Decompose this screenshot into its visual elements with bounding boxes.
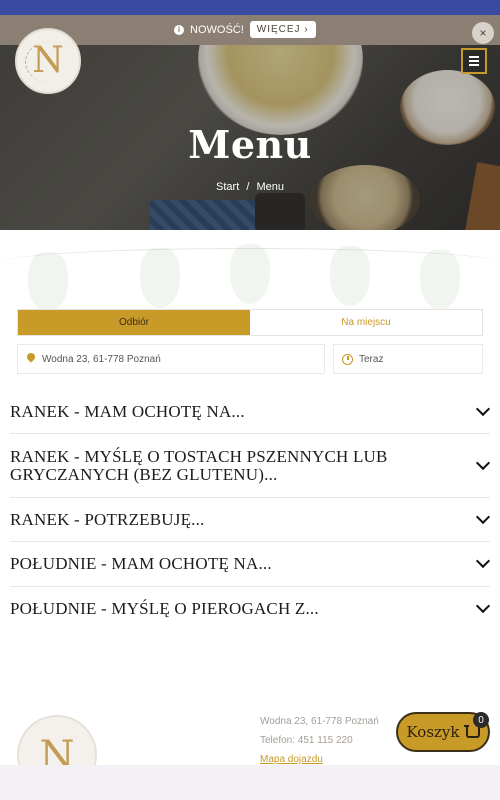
clock-icon [342,353,353,365]
accordion-section[interactable]: POŁUDNIE - MAM OCHOTĘ NA... [10,542,491,587]
tab-dine-in[interactable]: Na miejscu [250,310,482,335]
address-field[interactable]: Wodna 23, 61-778 Poznań [17,344,325,374]
page-title: Menu [188,122,312,167]
more-button[interactable]: WIĘCEJ › [249,21,316,38]
footer-contact: Wodna 23, 61-778 Poznań Telefon: 451 115… [260,712,379,765]
breadcrumb-start[interactable]: Start [216,181,239,193]
cart-label: Koszyk [406,723,460,741]
footer-logo-letter: N [39,733,75,765]
map-link[interactable]: Mapa dojazdu [260,750,379,765]
chevron-down-icon [475,401,491,417]
accordion-section[interactable]: POŁUDNIE - MYŚLĘ O PIEROGACH Z... [10,587,491,631]
chevron-down-icon [475,455,491,471]
accordion-section[interactable]: RANEK - POTRZEBUJĘ... [10,498,491,542]
logo[interactable]: N [15,28,81,94]
footer-phone[interactable]: Telefon: 451 115 220 [260,731,379,750]
menu-toggle-button[interactable] [461,48,487,74]
section-title: POŁUDNIE - MYŚLĘ O PIEROGACH Z... [10,599,319,618]
address-value: Wodna 23, 61-778 Poznań [42,353,161,365]
accordion-section[interactable]: RANEK - MYŚLĘ O TOSTACH PSZENNYCH LUB GR… [10,434,491,498]
logo-letter: N [32,40,64,81]
info-icon: i [174,24,184,35]
accordion-section[interactable]: RANEK - MAM OCHOTĘ NA... [10,390,491,434]
breadcrumb-separator: / [246,181,250,193]
cart-count-badge: 0 [473,712,489,728]
section-title: POŁUDNIE - MAM OCHOTĘ NA... [10,554,272,573]
announcement-text: NOWOŚĆ! [190,23,244,36]
section-title: RANEK - MAM OCHOTĘ NA... [10,402,245,421]
section-title: RANEK - POTRZEBUJĘ... [10,510,205,529]
cart-icon [463,724,480,738]
main-content: Odbiór Na miejscu Wodna 23, 61-778 Pozna… [0,230,500,765]
footer-address: Wodna 23, 61-778 Poznań [260,716,379,727]
time-value: Teraz [359,353,384,365]
chevron-down-icon [475,509,491,525]
chevron-down-icon [475,598,491,614]
close-icon: × [479,26,487,40]
section-title: RANEK - MYŚLĘ O TOSTACH PSZENNYCH LUB GR… [10,447,388,484]
time-field[interactable]: Teraz [333,344,483,374]
location-pin-icon [26,353,36,365]
bottom-strip [0,765,500,800]
hamburger-icon [469,56,479,58]
top-color-strip [0,0,500,15]
order-type-tabs: Odbiór Na miejscu [17,309,483,336]
close-announcement-button[interactable]: × [472,22,494,44]
breadcrumb: Start / Menu [0,181,500,193]
breadcrumb-current: Menu [256,181,284,193]
tab-pickup[interactable]: Odbiór [18,310,250,335]
chevron-down-icon [475,553,491,569]
